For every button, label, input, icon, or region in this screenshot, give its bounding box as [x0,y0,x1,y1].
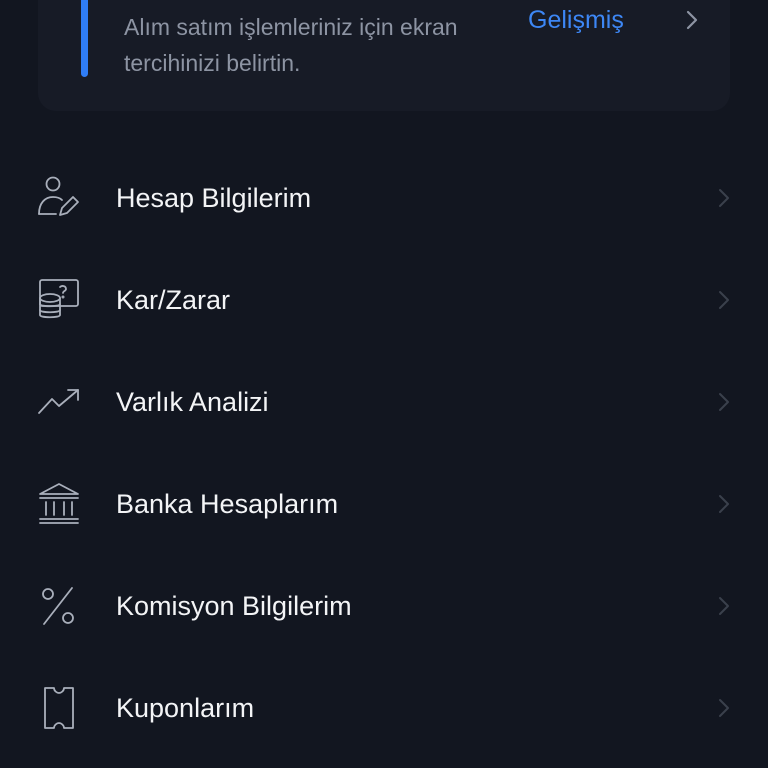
coupon-icon [36,685,82,731]
chevron-right-icon [712,391,734,413]
menu-item-label: Kuponlarım [116,693,255,723]
user-edit-icon [36,175,82,221]
card-accent-bar [81,0,88,77]
advanced-mode-link[interactable]: Gelişmiş [528,2,698,38]
menu-item-profit-loss[interactable]: Kar/Zarar [0,250,768,350]
menu-item-label: Komisyon Bilgilerim [116,591,352,621]
menu-item-commission-info[interactable]: Komisyon Bilgilerim [0,556,768,656]
percent-icon [36,583,82,629]
menu-item-label: Hesap Bilgilerim [116,183,312,213]
menu-item-bank-accounts[interactable]: Banka Hesaplarım [0,454,768,554]
menu-item-coupons[interactable]: Kuponlarım [0,658,768,758]
chevron-right-icon [712,187,734,209]
preference-description: Alım satım işlemleriniz için ekran terci… [124,14,458,76]
menu-item-label: Kar/Zarar [116,285,231,315]
chevron-right-icon [712,493,734,515]
account-menu-screen: Alım satım işlemleriniz için ekran terci… [0,0,768,768]
menu-item-label: Banka Hesaplarım [116,489,339,519]
menu-item-asset-analysis[interactable]: Varlık Analizi [0,352,768,452]
advanced-mode-label: Gelişmiş [528,5,624,34]
chevron-right-icon [682,9,702,36]
chevron-right-icon [712,289,734,311]
chevron-right-icon [712,595,734,617]
bank-icon [36,481,82,527]
menu-item-account-info[interactable]: Hesap Bilgilerim [0,148,768,248]
chevron-right-icon [712,697,734,719]
menu-item-label: Varlık Analizi [116,387,269,417]
profit-loss-icon [36,277,82,323]
trend-up-icon [36,379,82,425]
